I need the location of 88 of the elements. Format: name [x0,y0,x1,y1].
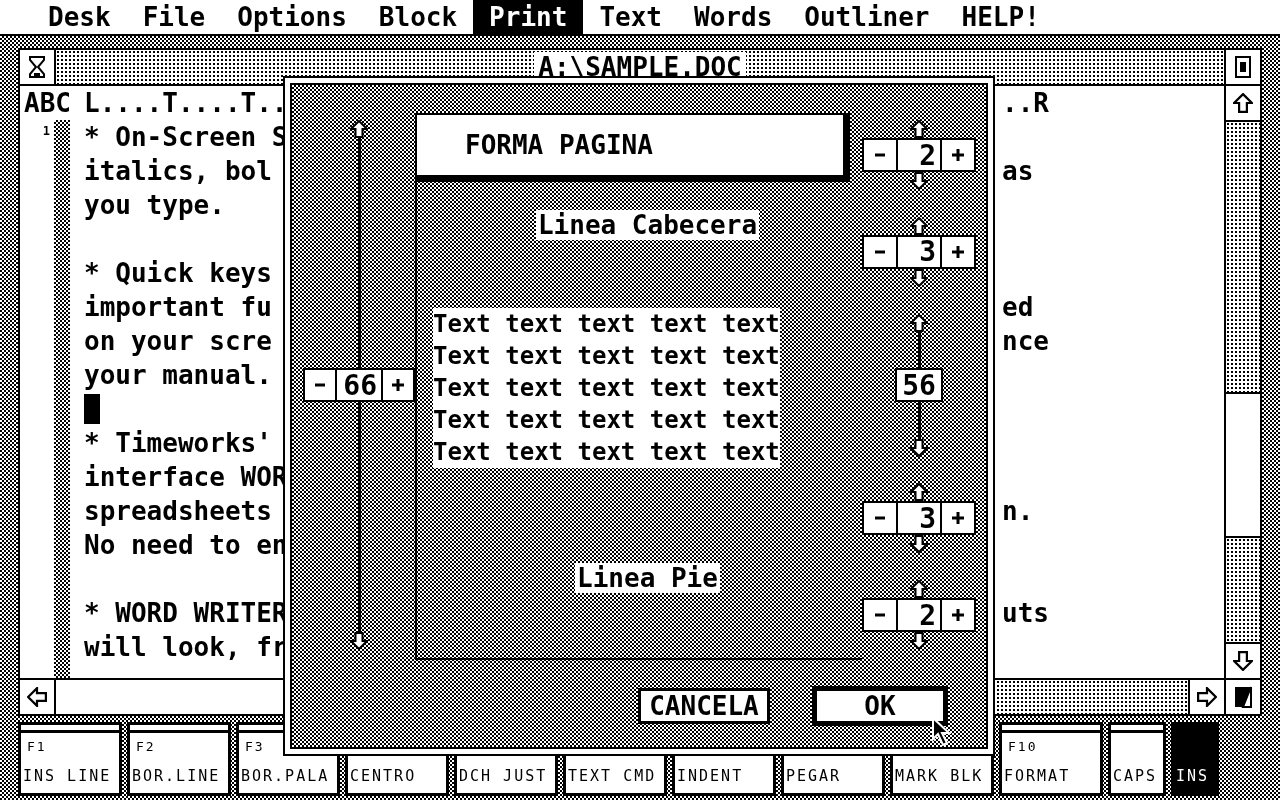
sample-text: Text text text text text [433,404,780,436]
down-arrow-icon[interactable] [910,632,928,650]
document-text: on your scre [84,326,272,356]
resize-icon[interactable] [1234,686,1252,708]
spin-control[interactable]: 3 [862,234,976,269]
key-label: F1 [27,739,47,754]
key-caption: INS LINE [23,767,113,785]
key-caption: PEGAR [786,767,843,785]
up-arrow-icon[interactable] [910,483,928,502]
up-arrow-icon[interactable] [910,216,928,235]
document-text: nce [1002,326,1049,356]
down-arrow-icon[interactable] [910,172,928,190]
left-arrow-icon[interactable] [27,687,47,707]
document-text: italics, bol [84,156,272,186]
line-number: 1 [42,124,51,138]
down-arrow-icon[interactable] [1233,651,1253,671]
key-label: F10 [1008,739,1038,754]
right-arrow-icon[interactable] [1197,687,1217,707]
value-readout: 56 [895,368,943,402]
menu-item[interactable]: Desk [32,0,127,34]
header-label: Linea Cabecera [535,210,760,240]
function-key[interactable]: F10 FORMAT [999,722,1103,796]
key-caption: MARK BLK [895,767,985,785]
spin-control[interactable]: 3 [862,501,976,536]
down-arrow-icon[interactable] [910,268,928,287]
menu-item[interactable]: Options [221,0,363,34]
down-arrow-icon[interactable] [910,438,928,457]
footer-label: Linea Pie [575,563,720,593]
sample-text: Text text text text text [433,436,780,468]
document-text: ed [1002,292,1034,322]
up-arrow-icon[interactable] [910,120,928,138]
close-icon [29,56,45,78]
sample-text: Text text text text text [433,372,780,404]
maximize-icon [1235,56,1251,78]
ruler[interactable]: ..R [1002,88,1049,118]
function-key[interactable]: F1 INS LINE [18,722,122,796]
menu-item[interactable]: HELP! [945,0,1056,34]
menu-item[interactable]: File [126,0,222,34]
plus-icon [952,609,964,621]
plus-icon [952,512,964,525]
down-arrow-icon[interactable] [910,535,928,554]
status-indicator: CAPS [1108,722,1166,796]
up-arrow-icon[interactable] [910,580,928,598]
document-text: * Quick keys [84,258,272,288]
document-text: you type. [84,190,225,220]
spin-control[interactable]: 66 [303,368,415,402]
dialog-title: FORMA PAGINA [415,113,850,182]
key-caption: BOR.PALA [241,767,331,785]
up-arrow-icon[interactable] [1233,93,1253,113]
key-caption: TEXT CMD [568,767,658,785]
spin-control[interactable]: 2 [862,138,976,172]
document-text: uts [1002,598,1049,628]
menu-item[interactable]: Outliner [788,0,946,34]
key-label: F2 [136,739,156,754]
menu-item[interactable]: Block [362,0,474,34]
key-caption: FORMAT [1004,767,1072,785]
key-label: F3 [245,739,265,754]
plus-icon [392,379,404,391]
document-text: as [1002,156,1034,186]
scroll-thumb[interactable] [1226,392,1260,538]
document-text: important fu [84,292,272,322]
plus-icon [952,149,964,161]
function-key[interactable]: F2 BOR.LINE [127,722,231,796]
down-arrow-icon[interactable] [350,632,368,650]
plus-icon [952,245,964,258]
menu-item[interactable]: Print [473,0,584,34]
key-caption: CENTRO [350,767,418,785]
ok-button[interactable]: OK [812,686,948,726]
spin-control[interactable]: 2 [862,598,976,632]
menu-item[interactable]: Text [583,0,678,34]
status-indicator: INS [1171,722,1219,796]
document-text: your manual. [84,360,272,390]
document-text: n. [1002,496,1034,526]
key-caption: BOR.LINE [132,767,222,785]
document-text: * WORD WRITER [84,598,288,628]
document-text: spreadsheets [84,496,272,526]
up-arrow-icon[interactable] [910,313,928,332]
key-caption: DCH JUST [459,767,549,785]
key-caption: INDENT [677,767,745,785]
sample-text: Text text text text text [433,340,780,372]
text-cursor [84,394,100,424]
menu-item[interactable]: Words [678,0,789,34]
ruler-label: ABC [23,88,72,118]
document-text: * Timeworks' [84,428,272,458]
cancel-button[interactable]: CANCELA [638,688,770,724]
sample-text: Text text text text text [433,308,780,340]
scroll-track[interactable] [1226,120,1260,644]
up-arrow-icon[interactable] [350,120,368,138]
